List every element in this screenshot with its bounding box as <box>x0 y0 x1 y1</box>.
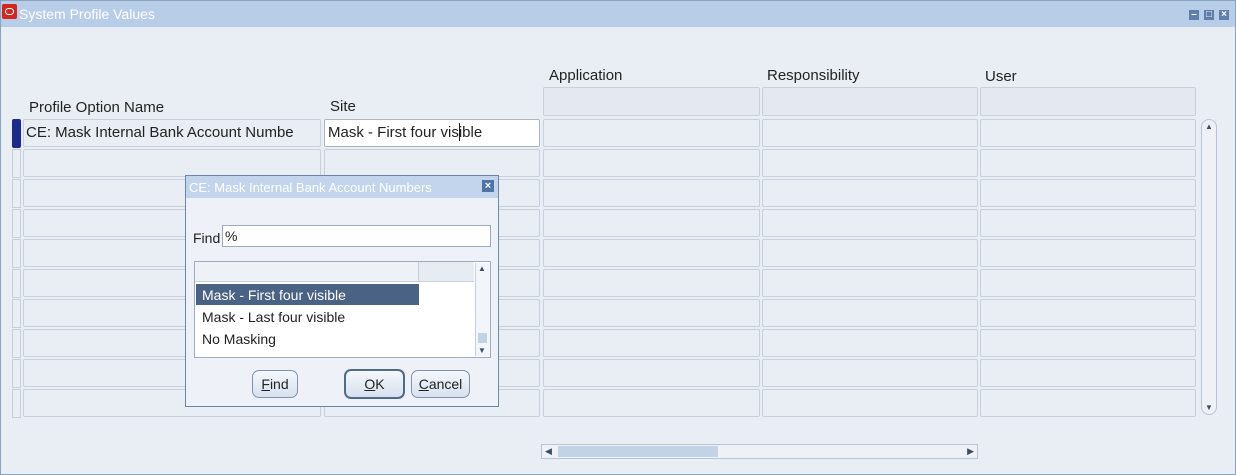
row-indicator[interactable] <box>12 389 21 418</box>
scroll-up-icon[interactable]: ▲ <box>478 264 486 273</box>
minimize-icon[interactable]: – <box>1189 10 1199 20</box>
responsibility-cell[interactable] <box>762 329 978 357</box>
row-indicator[interactable] <box>12 239 21 268</box>
scroll-down-icon[interactable]: ▼ <box>1205 403 1213 412</box>
column-header-responsibility: Responsibility <box>767 67 860 84</box>
find-button[interactable]: Find <box>252 370 298 398</box>
column-header-profile-option-name: Profile Option Name <box>29 99 165 116</box>
responsibility-cell[interactable] <box>762 269 978 297</box>
window-titlebar[interactable]: System Profile Values – □ × <box>1 1 1235 27</box>
cancel-mnemonic: C <box>418 376 429 392</box>
values-list: Mask - First four visible Mask - Last fo… <box>194 261 491 358</box>
responsibility-cell[interactable] <box>762 209 978 237</box>
find-button-label: ind <box>269 376 289 392</box>
row-indicator[interactable] <box>12 149 21 178</box>
scroll-down-icon[interactable]: ▼ <box>478 346 486 355</box>
user-cell[interactable] <box>980 119 1196 147</box>
find-mnemonic: F <box>261 376 270 392</box>
user-header-field[interactable] <box>980 87 1196 116</box>
responsibility-header-field[interactable] <box>762 87 978 116</box>
list-column-header-2 <box>419 262 474 282</box>
application-cell[interactable] <box>543 329 760 357</box>
cancel-button[interactable]: Cancel <box>411 370 470 398</box>
site-value: Mask - First four visible <box>328 124 483 141</box>
application-cell[interactable] <box>543 269 760 297</box>
application-cell[interactable] <box>543 239 760 267</box>
user-cell[interactable] <box>980 239 1196 267</box>
cancel-button-label: ancel <box>428 376 463 392</box>
find-input[interactable] <box>222 225 491 247</box>
site-cell[interactable] <box>324 149 540 177</box>
application-cell[interactable] <box>543 179 760 207</box>
dialog-title: CE: Mask Internal Bank Account Numbers <box>189 180 432 195</box>
responsibility-cell[interactable] <box>762 179 978 207</box>
application-cell[interactable] <box>543 209 760 237</box>
row-indicator[interactable] <box>12 179 21 208</box>
window-title: System Profile Values <box>19 6 155 22</box>
responsibility-cell[interactable] <box>762 389 978 417</box>
row-indicator[interactable] <box>12 299 21 328</box>
ok-button-label: K <box>375 376 385 392</box>
application-cell[interactable] <box>543 119 760 147</box>
column-header-application: Application <box>549 67 623 84</box>
application-header-field[interactable] <box>543 87 760 116</box>
responsibility-cell[interactable] <box>762 119 978 147</box>
ok-mnemonic: O <box>364 376 376 392</box>
profile-option-cell[interactable] <box>23 149 321 177</box>
user-cell[interactable] <box>980 359 1196 387</box>
list-column-header <box>195 262 419 282</box>
application-cell[interactable] <box>543 299 760 327</box>
dialog-titlebar[interactable]: CE: Mask Internal Bank Account Numbers × <box>186 176 498 198</box>
application-cell[interactable] <box>543 149 760 177</box>
row-indicator[interactable] <box>12 269 21 298</box>
find-label: Find <box>193 230 221 246</box>
oracle-icon <box>2 4 17 19</box>
user-cell[interactable] <box>980 329 1196 357</box>
responsibility-cell[interactable] <box>762 299 978 327</box>
scroll-up-icon[interactable]: ▲ <box>1205 122 1213 131</box>
column-header-site: Site <box>330 98 356 115</box>
text-cursor <box>459 123 460 141</box>
application-cell[interactable] <box>543 359 760 387</box>
horizontal-scroll-thumb[interactable] <box>558 446 718 457</box>
user-cell[interactable] <box>980 149 1196 177</box>
application-cell[interactable] <box>543 389 760 417</box>
horizontal-scrollbar[interactable]: ◀ ▶ <box>541 444 978 459</box>
row-indicator[interactable] <box>12 329 21 358</box>
scroll-left-icon[interactable]: ◀ <box>545 446 552 457</box>
list-scroll-thumb[interactable] <box>478 333 487 343</box>
close-icon[interactable]: × <box>482 180 494 192</box>
scroll-right-icon[interactable]: ▶ <box>967 446 974 457</box>
list-item[interactable]: Mask - Last four visible <box>196 306 419 327</box>
user-cell[interactable] <box>980 269 1196 297</box>
user-cell[interactable] <box>980 179 1196 207</box>
responsibility-cell[interactable] <box>762 149 978 177</box>
list-item-selected[interactable]: Mask - First four visible <box>196 284 419 305</box>
list-scrollbar[interactable]: ▲ ▼ <box>475 263 490 356</box>
ok-button[interactable]: OK <box>344 369 405 399</box>
maximize-icon[interactable]: □ <box>1204 10 1214 20</box>
profile-option-name-value: CE: Mask Internal Bank Account Numbe <box>26 124 294 141</box>
row-indicator[interactable] <box>12 359 21 388</box>
user-cell[interactable] <box>980 389 1196 417</box>
user-cell[interactable] <box>980 209 1196 237</box>
close-icon[interactable]: × <box>1219 10 1229 20</box>
current-row-indicator[interactable] <box>12 119 21 148</box>
user-cell[interactable] <box>980 299 1196 327</box>
responsibility-cell[interactable] <box>762 359 978 387</box>
list-of-values-dialog: CE: Mask Internal Bank Account Numbers ×… <box>185 175 499 407</box>
list-item[interactable]: No Masking <box>196 328 419 349</box>
system-profile-values-window: System Profile Values – □ × Profile Opti… <box>0 0 1236 475</box>
vertical-scrollbar[interactable]: ▲ ▼ <box>1201 119 1217 415</box>
row-indicator[interactable] <box>12 209 21 238</box>
column-header-user: User <box>985 68 1017 85</box>
responsibility-cell[interactable] <box>762 239 978 267</box>
